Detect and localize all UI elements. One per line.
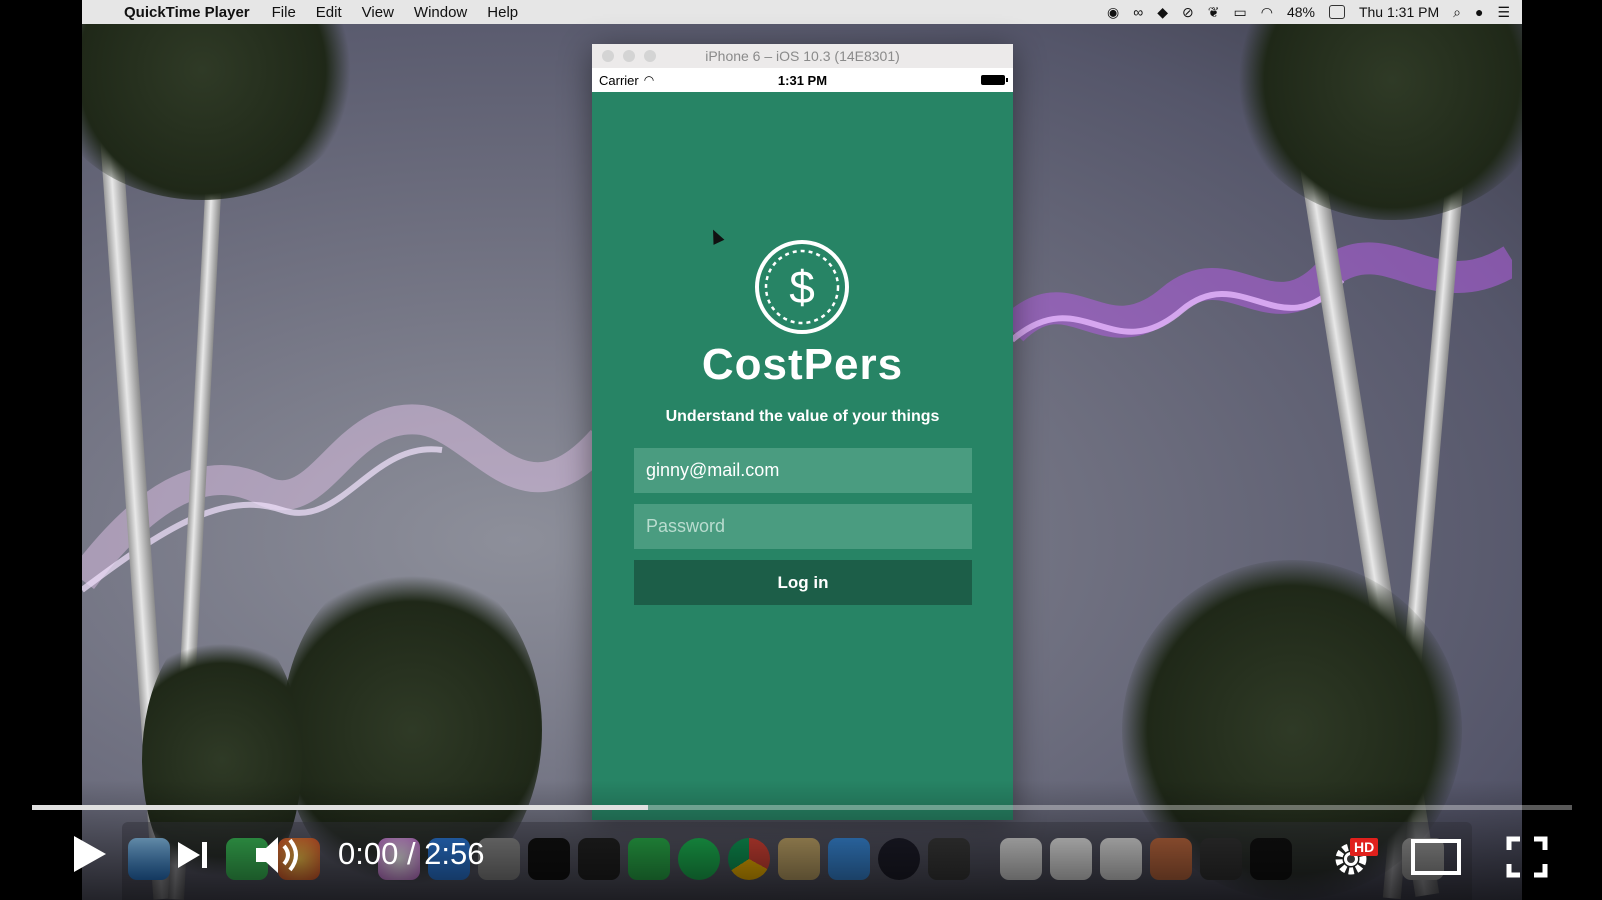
record-icon[interactable]: ◉: [1107, 4, 1119, 21]
fullscreen-icon[interactable]: [1506, 836, 1548, 878]
dollar-symbol: $: [789, 261, 815, 313]
progress-played: [32, 805, 648, 810]
simulator-window: iPhone 6 – iOS 10.3 (14E8301) Carrier ◠ …: [592, 44, 1013, 820]
foliage: [82, 0, 362, 200]
close-button[interactable]: [602, 50, 614, 62]
zoom-button[interactable]: [644, 50, 656, 62]
airplay-icon[interactable]: ▭: [1233, 4, 1246, 21]
evernote-icon[interactable]: ❦: [1208, 4, 1220, 21]
macos-menu-bar: QuickTime Player File Edit View Window H…: [82, 0, 1522, 24]
window-controls: [602, 50, 656, 62]
wifi-icon[interactable]: ◠: [1261, 4, 1273, 21]
login-button[interactable]: Log in: [634, 560, 972, 605]
siri-icon[interactable]: ●: [1475, 4, 1483, 20]
search-icon[interactable]: ⌕: [1453, 4, 1461, 21]
theater-mode-icon[interactable]: [1410, 838, 1462, 876]
hd-badge: HD: [1350, 838, 1379, 856]
email-field[interactable]: ginny@mail.com: [634, 448, 972, 493]
progress-bar[interactable]: [32, 805, 1572, 810]
battery-icon[interactable]: [1328, 5, 1345, 19]
glasses-icon[interactable]: ∞: [1133, 4, 1143, 20]
password-field[interactable]: [634, 504, 972, 549]
menu-extras: ◉ ∞ ◆ ⊘ ❦ ▭ ◠ 48% Thu 1:31 PM ⌕ ● ☰: [1107, 0, 1510, 24]
time-display: 0:00 / 2:56: [338, 836, 485, 871]
status-time: 1:31 PM: [777, 72, 828, 88]
battery-icon: [981, 75, 1008, 85]
menu-app-name[interactable]: QuickTime Player: [124, 4, 250, 21]
ios-status-bar: Carrier ◠ 1:31 PM: [592, 68, 1013, 92]
menu-file[interactable]: File: [272, 4, 296, 21]
app-tagline: Understand the value of your things: [665, 408, 940, 425]
volume-icon[interactable]: [254, 834, 306, 876]
notification-center-icon[interactable]: ☰: [1497, 4, 1510, 21]
menu-view[interactable]: View: [362, 4, 394, 21]
foliage: [1232, 0, 1522, 220]
simulator-title-bar[interactable]: iPhone 6 – iOS 10.3 (14E8301): [592, 44, 1013, 68]
menu-help[interactable]: Help: [487, 4, 518, 21]
battery-percent[interactable]: 48%: [1287, 4, 1315, 20]
app-name-heading: CostPers: [701, 340, 904, 389]
menu-window[interactable]: Window: [414, 4, 467, 21]
play-icon[interactable]: [72, 834, 108, 874]
coin-dollar-icon: $: [755, 240, 849, 334]
menu-edit[interactable]: Edit: [316, 4, 342, 21]
sync-icon[interactable]: ◆: [1157, 4, 1168, 21]
simulator-title: iPhone 6 – iOS 10.3 (14E8301): [705, 48, 900, 64]
circle-icon[interactable]: ⊘: [1182, 4, 1194, 21]
minimize-button[interactable]: [623, 50, 635, 62]
next-icon[interactable]: [176, 840, 210, 870]
clock[interactable]: Thu 1:31 PM: [1359, 4, 1439, 20]
